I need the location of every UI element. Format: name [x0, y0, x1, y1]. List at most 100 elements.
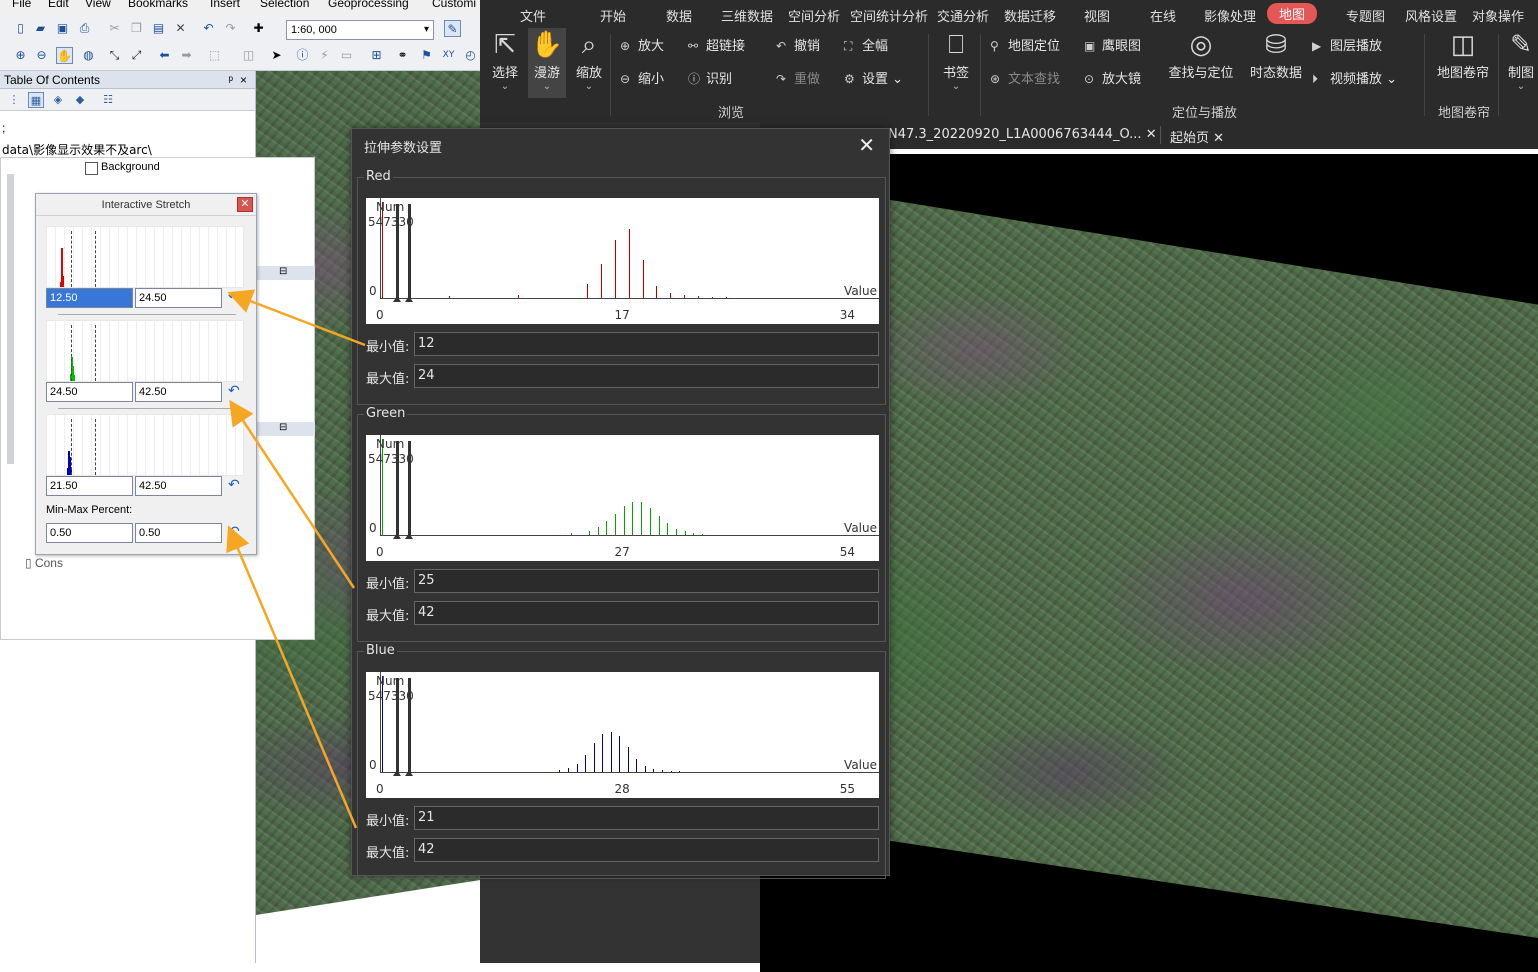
menu-insert[interactable]: Insert	[210, 0, 240, 10]
back-icon[interactable]: ⬅	[156, 47, 173, 64]
route-icon[interactable]: ⚑	[418, 47, 435, 64]
min-stretch-handle[interactable]	[71, 325, 72, 381]
open-icon[interactable]: ▰	[32, 20, 49, 37]
max-stretch-handle[interactable]	[95, 325, 96, 381]
blue-mini-histogram[interactable]	[46, 413, 245, 476]
select-button[interactable]: ⇱ 选择 ⌄	[490, 28, 520, 93]
zoom-out-icon[interactable]: ⊖	[33, 47, 50, 64]
background-checkbox[interactable]	[85, 162, 98, 175]
tab-spatial-analysis[interactable]: 空间分析	[788, 6, 840, 25]
menu-edit[interactable]: Edit	[48, 0, 69, 10]
map-locate-button[interactable]: ⚲ 地图定位	[990, 35, 1060, 54]
min-stretch-handle[interactable]	[71, 231, 72, 287]
collapse-icon[interactable]: ⊟	[279, 266, 287, 277]
list-by-source-icon[interactable]: ▦	[28, 92, 44, 108]
bookmark-button[interactable]: ⎕ 书签 ⌄	[938, 28, 974, 93]
tab-view[interactable]: 视图	[1084, 6, 1110, 25]
max-stretch-handle[interactable]	[95, 419, 96, 475]
red-min-input[interactable]: 12.50	[46, 288, 133, 308]
close-icon[interactable]: ✕	[1146, 127, 1157, 142]
blue-min-input[interactable]: 21.50	[46, 476, 133, 496]
list-by-selection-icon[interactable]: ◆	[72, 92, 88, 108]
zoom-button[interactable]: ⌕ 缩放 ⌄	[574, 28, 604, 93]
time-slider-icon[interactable]: ◴	[462, 47, 479, 64]
reset-icon[interactable]: ↶	[228, 524, 240, 540]
blue-max-input[interactable]: 42	[414, 838, 879, 862]
blue-min-input[interactable]: 21	[414, 806, 879, 830]
new-icon[interactable]: ▯	[12, 20, 29, 37]
tab-start-page[interactable]: 起始页 ✕	[1170, 127, 1224, 146]
tab-3d-data[interactable]: 三维数据	[721, 6, 773, 25]
close-icon[interactable]: ✕	[858, 133, 875, 157]
text-search-button[interactable]: ⊛ 文本查找	[990, 68, 1060, 87]
pan-button[interactable]: ✋ 漫游 ⌄	[528, 28, 566, 98]
tab-map[interactable]: 地图	[1267, 3, 1318, 24]
html-popup-icon[interactable]: ▭	[338, 47, 355, 64]
scrollbar[interactable]	[7, 174, 14, 464]
map-scale-combo[interactable]: 1:60, 000	[286, 20, 434, 40]
green-histogram[interactable]: Num 547330 0 Value 0 27 54	[366, 435, 879, 561]
tab-image-processing[interactable]: 影像处理	[1204, 6, 1256, 25]
menu-selection[interactable]: Selection	[260, 0, 309, 10]
tab-start[interactable]: 开始	[600, 6, 626, 25]
tab-style-settings[interactable]: 风格设置	[1405, 6, 1457, 25]
zoom-out-button[interactable]: ⊖ 缩小	[620, 68, 664, 87]
menu-customize[interactable]: Customi	[432, 0, 476, 10]
find-locate-button[interactable]: ◎ 查找与定位	[1168, 28, 1234, 81]
identify-icon[interactable]: ⓘ	[294, 47, 311, 64]
menu-geoprocessing[interactable]: Geoprocessing	[328, 0, 409, 10]
collapse-icon-2[interactable]: ⊟	[279, 422, 287, 433]
tab-file[interactable]: 文件	[520, 6, 546, 25]
green-min-input[interactable]: 24.50	[46, 382, 133, 402]
list-by-drawing-order-icon[interactable]: ⋮	[6, 92, 22, 108]
full-extent-icon[interactable]: ◍	[80, 47, 97, 64]
close-icon[interactable]: ✕	[237, 197, 253, 212]
undo-icon[interactable]: ↶	[200, 20, 217, 37]
blue-max-input[interactable]: 42.50	[135, 476, 222, 496]
reset-icon[interactable]: ↶	[228, 289, 240, 305]
add-data-icon[interactable]: ✚	[250, 20, 267, 37]
find-icon[interactable]: ⚭	[394, 47, 411, 64]
magnifier-button[interactable]: ⊙ 放大镜	[1084, 68, 1141, 87]
green-max-input[interactable]: 42.50	[135, 382, 222, 402]
map-swipe-button[interactable]: ◫ 地图卷帘	[1434, 28, 1492, 81]
print-icon[interactable]: ⎙	[76, 20, 93, 37]
tab-object-operations[interactable]: 对象操作	[1472, 6, 1524, 25]
percent-max-input[interactable]: 0.50	[135, 523, 222, 543]
blue-histogram[interactable]: Num 547330 0 Value 0 28 55	[366, 672, 879, 798]
copy-icon[interactable]: ❐	[128, 20, 145, 37]
identify-button[interactable]: ⓘ 识别	[688, 68, 732, 87]
red-histogram[interactable]: Num 547330 0 Value 0 17 34	[366, 198, 879, 324]
redo-icon[interactable]: ↷	[222, 20, 239, 37]
red-mini-histogram[interactable]	[46, 225, 245, 288]
delete-icon[interactable]: ✕	[172, 20, 189, 37]
zoom-in-icon[interactable]: ⊕	[12, 47, 29, 64]
menu-view[interactable]: View	[85, 0, 111, 10]
forward-icon[interactable]: ➡	[178, 47, 195, 64]
cut-icon[interactable]: ✂	[106, 20, 123, 37]
tab-data[interactable]: 数据	[666, 6, 692, 25]
tab-thematic-map[interactable]: 专题图	[1346, 6, 1385, 25]
reset-icon[interactable]: ↶	[228, 477, 240, 493]
tab-online[interactable]: 在线	[1150, 6, 1176, 25]
min-stretch-handle[interactable]	[71, 419, 72, 475]
red-max-input[interactable]: 24.50	[135, 288, 222, 308]
measure-icon[interactable]: ⊞	[368, 47, 385, 64]
paste-icon[interactable]: ▤	[150, 20, 167, 37]
green-mini-histogram[interactable]	[46, 319, 245, 382]
undo-button[interactable]: ↶ 撤销	[776, 35, 820, 54]
red-min-input[interactable]: 12	[414, 332, 879, 356]
eagle-eye-button[interactable]: ▣ 鹰眼图	[1084, 35, 1141, 54]
editor-icon[interactable]: ✎	[444, 20, 461, 37]
pin-icon[interactable]: ᵖ	[228, 71, 233, 89]
list-by-visibility-icon[interactable]: ◈	[50, 92, 66, 108]
settings-button[interactable]: ⚙ 设置 ⌄	[844, 68, 903, 87]
hyperlink-button[interactable]: ⚯ 超链接	[688, 35, 745, 54]
make-map-button[interactable]: ✎ 制图 ⌄	[1504, 28, 1538, 93]
tab-image-document[interactable]: N47.3_20220920_L1A0006763444_O... ✕	[888, 127, 1157, 142]
redo-button[interactable]: ↷ 重做	[776, 68, 820, 87]
layer-play-button[interactable]: ▶ 图层播放	[1312, 35, 1382, 54]
close-icon[interactable]: ✕	[1213, 131, 1224, 146]
video-play-button[interactable]: ⏵ 视频播放 ⌄	[1312, 68, 1397, 87]
full-extent-button[interactable]: ⛶ 全幅	[844, 35, 888, 54]
